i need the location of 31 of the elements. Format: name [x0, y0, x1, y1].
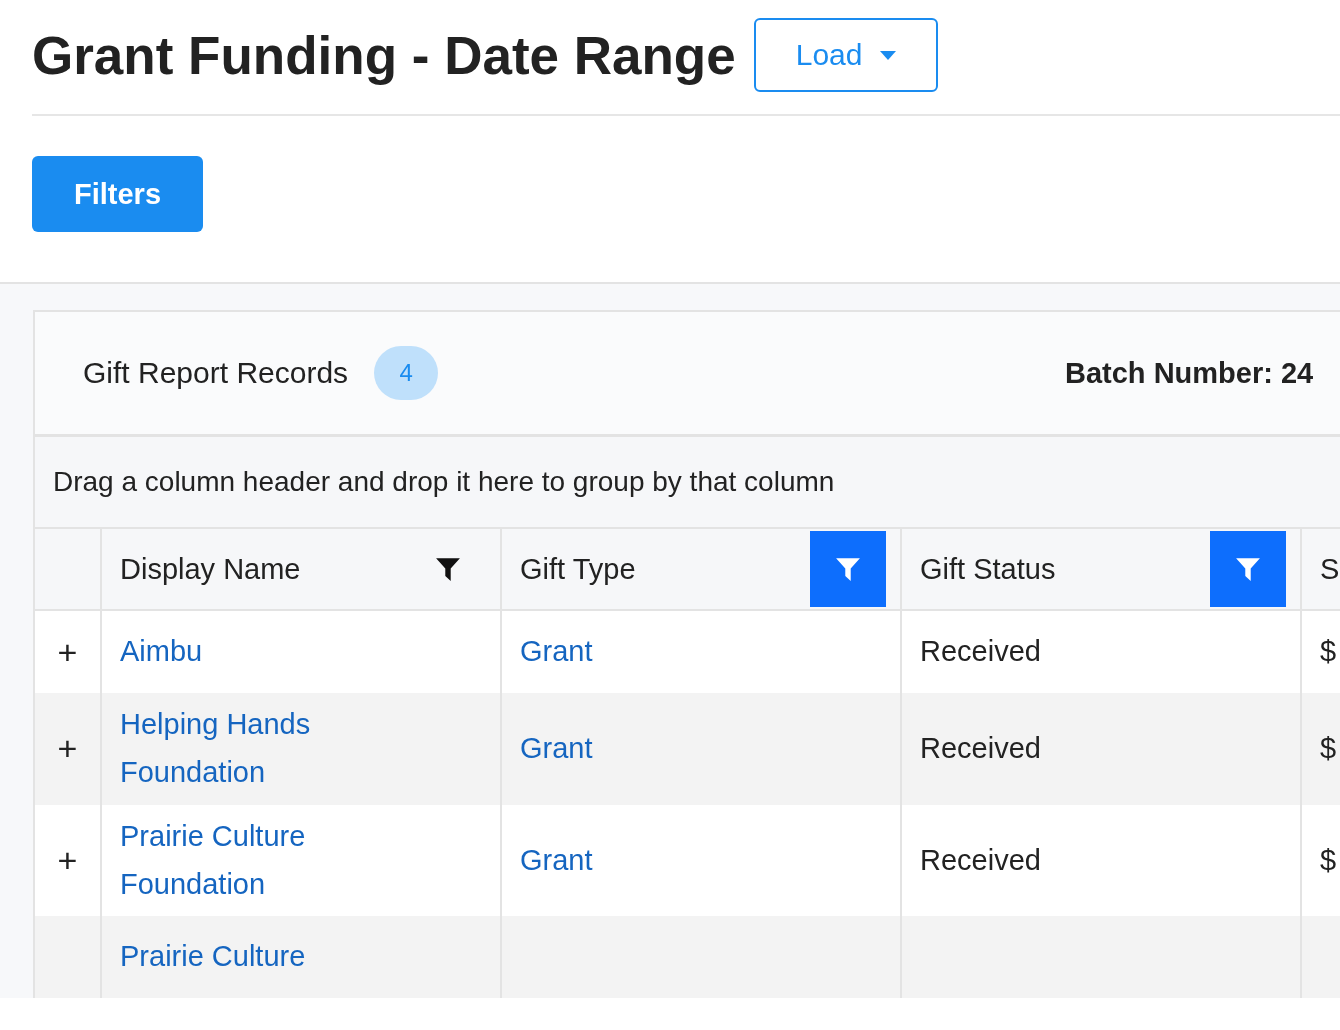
expand-toggle[interactable]: +: [57, 841, 78, 881]
name-link[interactable]: Prairie Culture: [120, 925, 306, 990]
table-cell-text: $: [1320, 730, 1337, 766]
table-cell-text: $: [1320, 634, 1337, 670]
column-header[interactable]: Gift Status: [900, 529, 1300, 609]
filter-icon: [435, 556, 461, 582]
card-title: Gift Report Records: [83, 356, 349, 390]
name-link[interactable]: Prairie Culture Foundation: [120, 804, 360, 917]
filters-button[interactable]: Filters: [32, 156, 204, 232]
column-header[interactable]: Display Name: [100, 529, 500, 609]
gift-type-link[interactable]: Grant: [520, 716, 593, 781]
expand-toggle[interactable]: +: [57, 729, 78, 769]
column-header[interactable]: Gift Type: [500, 529, 900, 609]
batch-number: Batch Number: 24: [1065, 356, 1315, 390]
filter-icon: [835, 556, 861, 582]
page-title: Grant Funding - Date Range: [32, 24, 736, 86]
gift-type-link[interactable]: Grant: [520, 620, 593, 684]
table-cell-text: Received: [920, 730, 1041, 766]
table-cell-text: Received: [920, 634, 1041, 670]
count-badge: 4: [374, 346, 439, 400]
table-cell-text: Received: [920, 842, 1041, 878]
caret-icon: [880, 50, 897, 60]
group-hint: Drag a column header and drop it here to group by that column: [53, 466, 835, 498]
expand-toggle[interactable]: +: [57, 632, 78, 672]
name-link[interactable]: Helping Hands Foundation: [120, 693, 360, 805]
gift-type-link[interactable]: Grant: [520, 828, 593, 893]
filter-icon: [1235, 556, 1261, 582]
load-button[interactable]: Load: [753, 18, 939, 92]
column-header[interactable]: S: [1300, 529, 1340, 609]
table-cell-text: $: [1320, 842, 1337, 878]
name-link[interactable]: Aimbu: [120, 620, 203, 684]
